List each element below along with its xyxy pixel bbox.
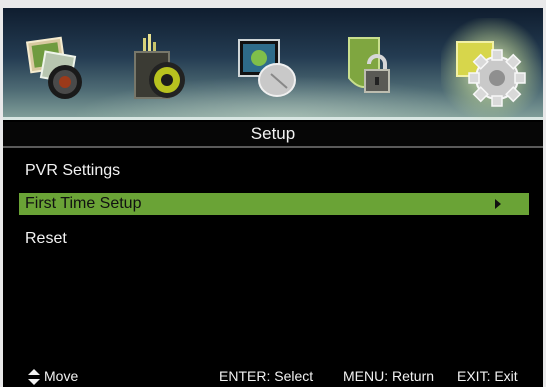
menu-item-label: First Time Setup [25,195,142,212]
menu-item-pvr-settings[interactable]: PVR Settings [19,160,529,182]
sound-icon[interactable] [123,30,199,108]
up-down-arrow-icon [28,369,40,385]
channel-icon[interactable] [231,30,307,108]
footer-return-hint: MENU: Return [343,368,435,384]
footer-move-label: Move [44,368,79,384]
setup-gear-icon[interactable] [441,18,541,120]
menu-icon-bar [3,8,543,120]
title-divider [3,146,543,148]
menu-item-first-time-setup[interactable]: First Time Setup [19,193,529,215]
page-title: Setup [3,122,543,146]
picture-icon[interactable] [21,30,97,108]
tv-menu-screen: Setup PVR Settings First Time Setup Rese… [3,8,543,387]
menu-item-label: Reset [25,230,67,247]
menu-item-label: PVR Settings [25,162,121,179]
footer-exit-hint: EXIT: Exit [457,368,518,384]
menu-item-reset[interactable]: Reset [19,228,529,250]
submenu-arrow-icon [495,199,501,209]
footer-select-hint: ENTER: Select [219,368,314,384]
footer-help-bar: Move ENTER: Select MENU: Return EXIT: Ex… [3,366,543,387]
lock-icon[interactable] [335,30,411,108]
